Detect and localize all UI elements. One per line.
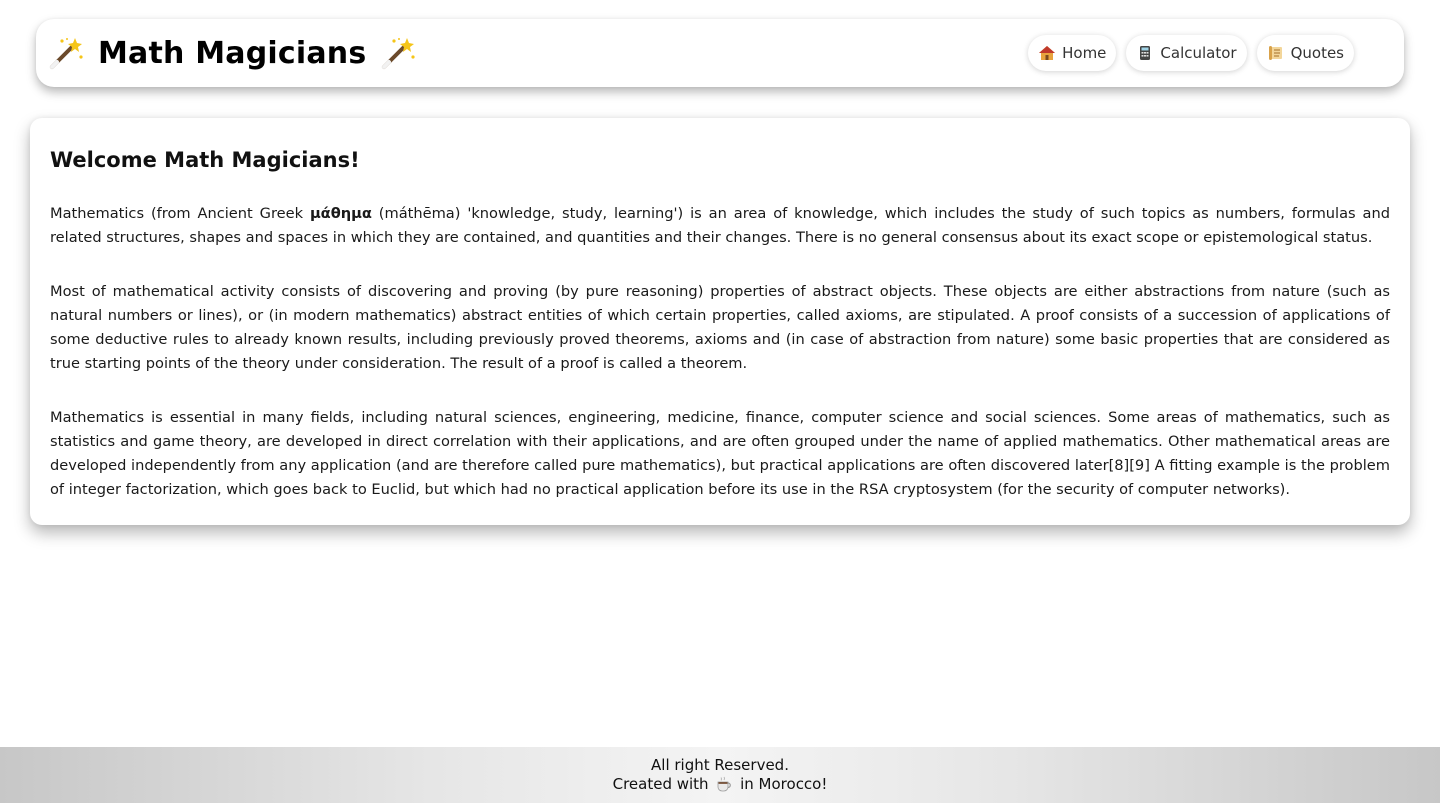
nav-label: Calculator	[1160, 44, 1237, 62]
calculator-icon	[1136, 44, 1154, 62]
nav-label: Quotes	[1290, 44, 1344, 62]
paragraph-intro: Mathematics (from Ancient Greek μάθημα (…	[50, 202, 1390, 250]
main-nav: Home Calculator Quotes	[1028, 35, 1354, 71]
app-title: Math Magicians	[98, 35, 367, 71]
paragraph-activity: Most of mathematical activity consists o…	[50, 283, 1390, 372]
nav-link-home[interactable]: Home	[1028, 35, 1117, 71]
page: Math Magicians Home Calculator Quotes We…	[0, 0, 1440, 803]
nav-link-quotes[interactable]: Quotes	[1256, 35, 1354, 71]
welcome-card: Welcome Math Magicians! Mathematics (fro…	[30, 118, 1410, 525]
coffee-icon	[715, 776, 733, 797]
magic-wand-icon	[380, 35, 416, 71]
page-title: Welcome Math Magicians!	[50, 148, 360, 172]
greek-term: μάθημα	[309, 205, 372, 222]
credit-text-end: in Morocco!	[735, 775, 828, 793]
nav-label: Home	[1062, 44, 1107, 62]
top-navbar: Math Magicians Home Calculator Quotes	[36, 19, 1404, 87]
credit-text-start: Created with	[612, 775, 714, 793]
brand: Math Magicians	[48, 35, 416, 71]
copyright-text: All right Reserved.	[651, 756, 789, 774]
scroll-icon	[1267, 44, 1285, 62]
house-icon	[1038, 44, 1056, 62]
credit-line: Created with in Morocco!	[0, 775, 1440, 797]
paragraph-intro-start: Mathematics (from Ancient Greek	[50, 205, 310, 222]
paragraph-applications: Mathematics is essential in many fields,…	[50, 409, 1390, 498]
nav-link-calculator[interactable]: Calculator	[1126, 35, 1247, 71]
magic-wand-icon	[48, 35, 84, 71]
footer: All right Reserved. Created with in Moro…	[0, 747, 1440, 803]
